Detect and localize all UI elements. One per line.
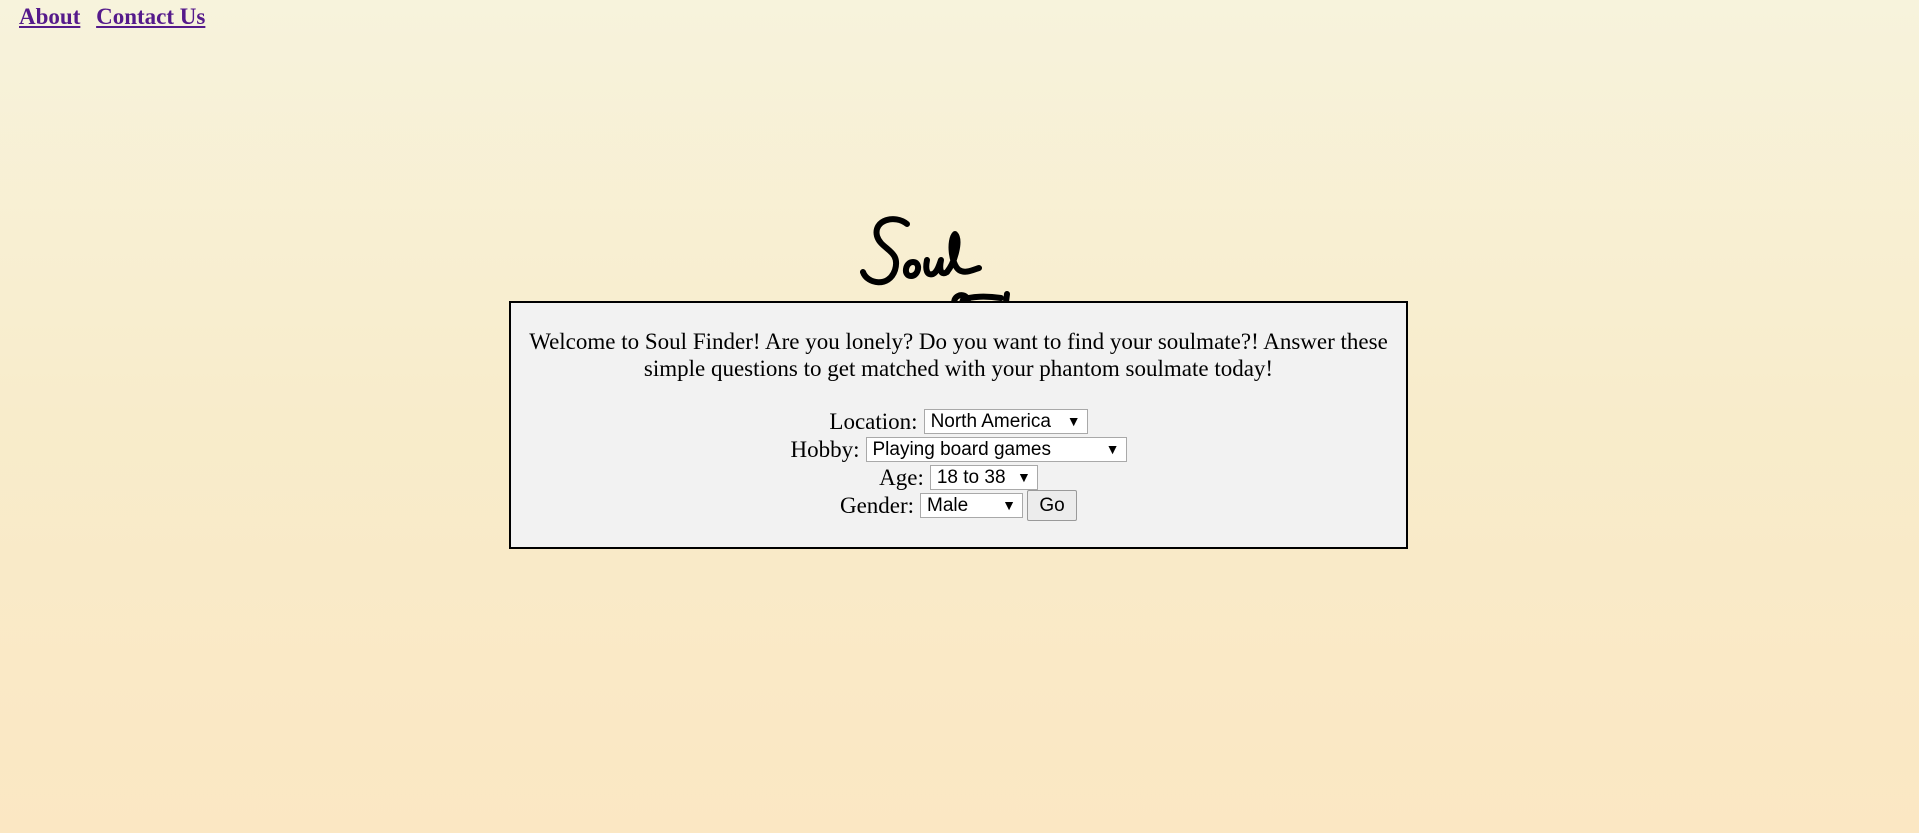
chevron-down-icon: ▼: [1105, 441, 1120, 458]
hobby-value: Playing board games: [872, 439, 1052, 461]
hobby-select[interactable]: Playing board games ▼: [865, 437, 1127, 463]
chevron-down-icon: ▼: [1066, 413, 1081, 430]
gender-select[interactable]: Male ▼: [920, 493, 1024, 519]
age-select[interactable]: 18 to 38 ▼: [929, 465, 1038, 491]
age-row: Age: 18 to 38 ▼: [511, 462, 1406, 491]
chevron-down-icon: ▼: [1017, 469, 1031, 486]
location-label: Location:: [829, 408, 918, 434]
hobby-label: Hobby:: [790, 436, 860, 462]
gender-value: Male: [927, 495, 969, 517]
go-button[interactable]: Go: [1027, 490, 1078, 522]
about-link[interactable]: About: [19, 4, 80, 29]
location-row: Location: North America ▼: [511, 406, 1406, 435]
intro-text: Welcome to Soul Finder! Are you lonely? …: [529, 329, 1388, 381]
questionnaire-panel: Welcome to Soul Finder! Are you lonely? …: [509, 301, 1408, 549]
hobby-row: Hobby: Playing board games ▼: [511, 434, 1406, 463]
gender-label: Gender:: [839, 492, 915, 518]
contact-us-link[interactable]: Contact Us: [96, 4, 205, 29]
match-form: Location: North America ▼ Hobby: Playing bo…: [511, 406, 1406, 522]
chevron-down-icon: ▼: [1002, 497, 1017, 514]
logo-script-image: [860, 216, 1010, 310]
location-value: North America: [930, 411, 1051, 433]
age-label: Age:: [879, 464, 924, 490]
location-select[interactable]: North America ▼: [923, 409, 1088, 435]
soul-finder-logo: [855, 210, 1065, 310]
gender-row: Gender: Male ▼ Go: [511, 490, 1406, 522]
age-value: 18 to 38: [936, 467, 1006, 489]
top-nav: About Contact Us: [19, 4, 215, 30]
